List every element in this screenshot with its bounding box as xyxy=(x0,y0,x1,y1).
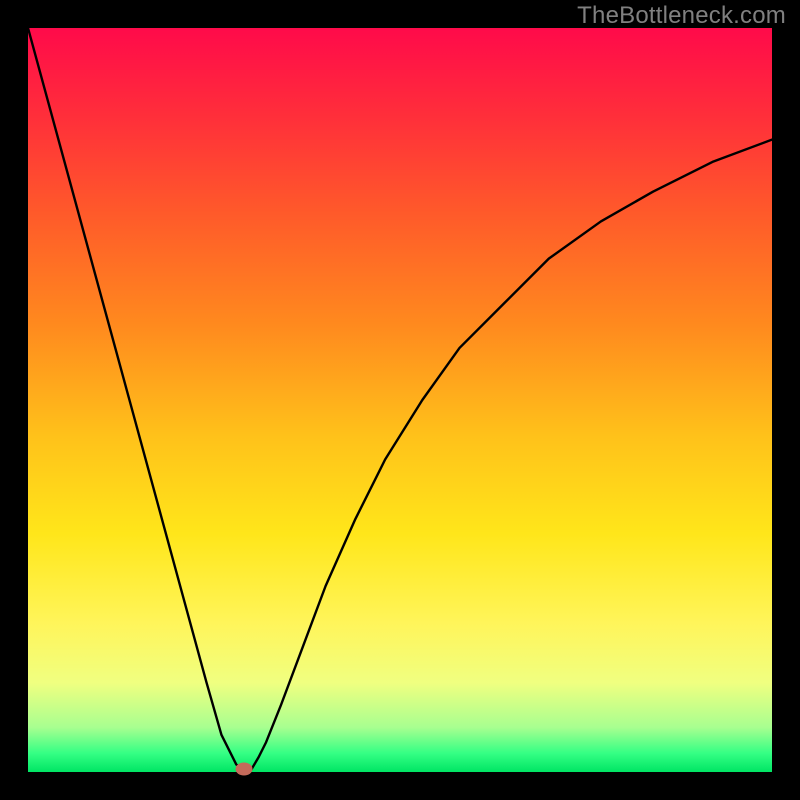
chart-frame: TheBottleneck.com xyxy=(0,0,800,800)
line-series xyxy=(28,28,772,772)
minimum-marker xyxy=(235,763,252,776)
watermark-text: TheBottleneck.com xyxy=(577,2,786,30)
